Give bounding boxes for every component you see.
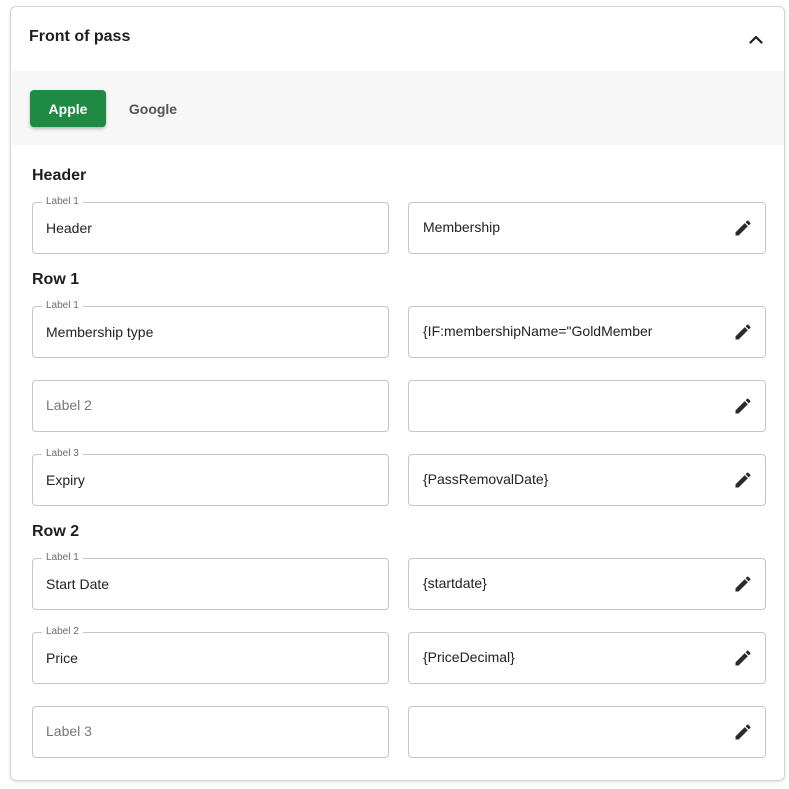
section-title-row-2: Row 2 (32, 523, 80, 540)
edit-button[interactable] (733, 722, 753, 742)
chevron-up-icon (749, 35, 763, 44)
row2-label-1-field[interactable]: Label 1 Start Date (32, 552, 389, 610)
edit-button[interactable] (733, 218, 753, 238)
tab-apple[interactable]: Apple (30, 90, 106, 127)
field-value: Header (46, 220, 92, 236)
edit-button[interactable] (733, 648, 753, 668)
pencil-icon (735, 576, 751, 592)
pencil-icon (735, 650, 751, 666)
collapse-button[interactable] (746, 29, 766, 49)
field-value: Price (46, 650, 78, 666)
pencil-icon (735, 472, 751, 488)
row2-label-3-field[interactable]: Label 3 (32, 706, 389, 758)
row1-label-1-field[interactable]: Label 1 Membership type (32, 300, 389, 358)
row1-value-1-field[interactable]: {IF:membershipName="GoldMember (408, 306, 766, 358)
pencil-icon (735, 398, 751, 414)
pencil-icon (735, 324, 751, 340)
field-floating-label: Label 3 (42, 448, 83, 460)
panel-header[interactable]: Front of pass (11, 7, 784, 71)
section-title-header: Header (32, 167, 87, 184)
field-value: Expiry (46, 472, 85, 488)
front-of-pass-panel: Front of pass Apple Google Header Label … (10, 6, 785, 781)
field-floating-label: Label 2 (42, 626, 83, 638)
row1-value-2-field[interactable] (408, 380, 766, 432)
edit-button[interactable] (733, 396, 753, 416)
platform-tabs: Apple Google (12, 71, 784, 145)
field-placeholder: Label 2 (46, 397, 92, 413)
header-value-1-field[interactable]: Membership (408, 202, 766, 254)
field-value: {PassRemovalDate} (423, 471, 549, 487)
field-floating-label: Label 1 (42, 300, 83, 312)
edit-button[interactable] (733, 574, 753, 594)
field-floating-label: Label 1 (42, 196, 83, 208)
row2-value-3-field[interactable] (408, 706, 766, 758)
field-floating-label: Label 1 (42, 552, 83, 564)
pencil-icon (735, 724, 751, 740)
row1-label-3-field[interactable]: Label 3 Expiry (32, 448, 389, 506)
field-value: Membership (423, 219, 501, 235)
header-label-1-field[interactable]: Label 1 Header (32, 196, 389, 254)
field-value: {PriceDecimal} (423, 649, 515, 665)
panel-title: Front of pass (29, 28, 131, 45)
edit-button[interactable] (733, 322, 753, 342)
field-value: Membership type (46, 324, 154, 340)
section-title-row-1: Row 1 (32, 271, 80, 288)
edit-button[interactable] (733, 470, 753, 490)
pencil-icon (735, 220, 751, 236)
field-value: Start Date (46, 576, 110, 592)
row1-value-3-field[interactable]: {PassRemovalDate} (408, 454, 766, 506)
field-value: {startdate} (423, 575, 487, 591)
tab-google[interactable]: Google (120, 90, 186, 127)
row2-value-1-field[interactable]: {startdate} (408, 558, 766, 610)
row1-label-2-field[interactable]: Label 2 (32, 380, 389, 432)
field-placeholder: Label 3 (46, 723, 92, 739)
row2-value-2-field[interactable]: {PriceDecimal} (408, 632, 766, 684)
row2-label-2-field[interactable]: Label 2 Price (32, 626, 389, 684)
field-value: {IF:membershipName="GoldMember (423, 323, 653, 339)
